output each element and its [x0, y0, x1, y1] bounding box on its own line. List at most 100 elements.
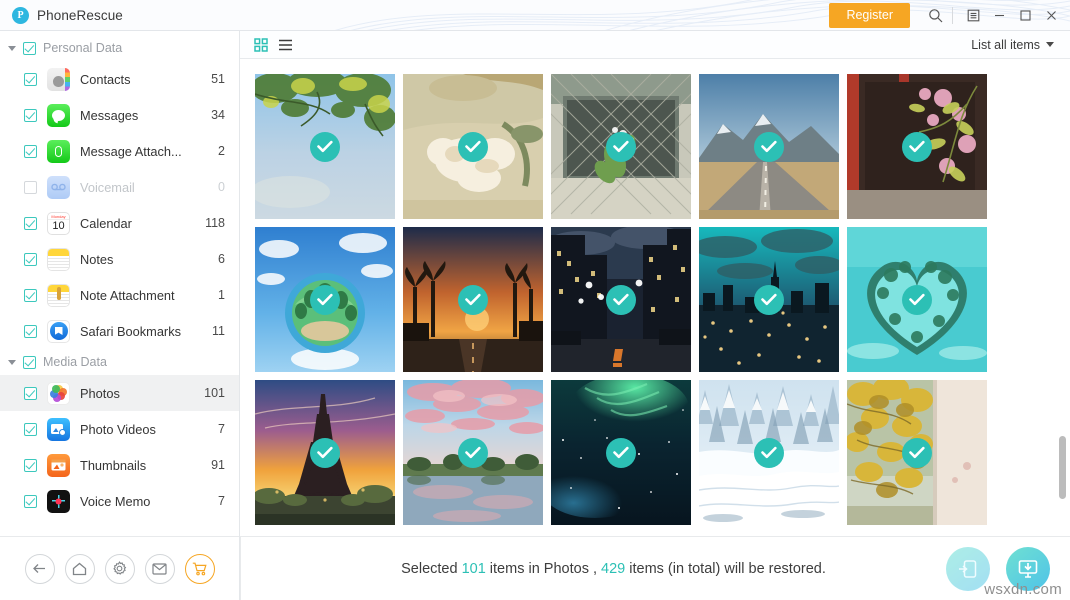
list-view-icon[interactable] — [278, 38, 293, 52]
photo-thumbnail[interactable] — [403, 227, 543, 372]
restore-actions — [946, 546, 1054, 591]
selected-checkmark-icon[interactable] — [310, 131, 340, 162]
item-checkbox[interactable] — [24, 458, 37, 472]
selected-checkmark-icon[interactable] — [606, 131, 636, 162]
selected-checkmark-icon[interactable] — [902, 131, 932, 162]
photo-thumbnail[interactable] — [255, 227, 395, 372]
photo-thumbnail[interactable] — [847, 380, 987, 525]
item-count: 0 — [218, 180, 225, 194]
filter-label: List all items — [971, 37, 1040, 52]
selected-checkmark-icon[interactable] — [606, 284, 636, 315]
item-checkbox[interactable] — [24, 324, 37, 338]
register-button[interactable]: Register — [829, 2, 910, 28]
group-label: Personal Data — [43, 41, 123, 55]
status-message: Selected 101 items in Photos , 429 items… — [281, 561, 946, 577]
sidebar-item-message-attachments[interactable]: Message Attach... 2 — [0, 133, 239, 169]
group-checkbox-personal-data[interactable] — [23, 41, 36, 55]
settings-button[interactable] — [104, 553, 135, 584]
restore-to-computer-button[interactable] — [1006, 546, 1050, 591]
sidebar-item-voicemail[interactable]: Voicemail 0 — [0, 169, 239, 205]
item-checkbox[interactable] — [24, 216, 37, 230]
brand: P PhoneRescue — [0, 6, 123, 24]
photo-thumbnail[interactable] — [403, 74, 543, 219]
sidebar-item-calendar[interactable]: Monday 10 Calendar 118 — [0, 205, 239, 241]
filter-dropdown[interactable]: List all items — [971, 38, 1054, 52]
sidebar-item-messages[interactable]: Messages 34 — [0, 97, 239, 133]
item-checkbox[interactable] — [24, 494, 37, 508]
sidebar-item-contacts[interactable]: Contacts 51 — [0, 61, 239, 97]
item-label: Photo Videos — [80, 421, 156, 437]
sidebar-item-voice-memo[interactable]: Voice Memo 7 — [0, 483, 239, 519]
photo-thumbnail[interactable] — [699, 74, 839, 219]
selected-checkmark-icon[interactable] — [606, 437, 636, 468]
item-checkbox[interactable] — [24, 386, 37, 400]
item-checkbox[interactable] — [24, 72, 37, 86]
close-icon[interactable] — [1038, 2, 1064, 28]
photo-grid-container — [240, 59, 1070, 600]
search-icon[interactable] — [922, 2, 948, 28]
photo-thumbnail[interactable] — [255, 380, 395, 525]
sidebar-item-notes[interactable]: Notes 6 — [0, 241, 239, 277]
status-middle: items in Photos , — [485, 560, 602, 577]
item-count: 118 — [205, 216, 225, 230]
sidebar-toolbar — [0, 536, 239, 600]
selected-checkmark-icon[interactable] — [754, 284, 784, 315]
cart-button[interactable] — [184, 553, 215, 584]
sidebar-item-note-attachment[interactable]: Note Attachment 1 — [0, 277, 239, 313]
photo-thumbnail[interactable] — [551, 380, 691, 525]
chevron-down-icon[interactable] — [8, 45, 16, 51]
selected-checkmark-icon[interactable] — [754, 437, 784, 468]
sidebar-list: Personal Data Contacts 51 Messages 34 Me… — [0, 31, 239, 536]
item-checkbox[interactable] — [24, 180, 37, 194]
photo-thumbnail[interactable] — [551, 227, 691, 372]
item-label: Photos — [80, 385, 120, 401]
grid-view-icon[interactable] — [254, 37, 268, 52]
contacts-icon — [47, 67, 70, 91]
sidebar-item-safari-bookmarks[interactable]: Safari Bookmarks 11 — [0, 313, 239, 349]
vertical-scrollbar-thumb[interactable] — [1059, 436, 1066, 499]
selected-checkmark-icon[interactable] — [458, 437, 488, 468]
photo-thumbnail[interactable] — [255, 74, 395, 219]
status-prefix: Selected — [401, 560, 462, 577]
sidebar-group-media-data[interactable]: Media Data — [0, 349, 239, 375]
photo-thumbnail[interactable] — [403, 380, 543, 525]
mail-button[interactable] — [144, 553, 175, 584]
photo-thumbnail[interactable] — [847, 227, 987, 372]
sidebar-item-photos[interactable]: Photos 101 — [0, 375, 239, 411]
item-label: Message Attach... — [80, 143, 182, 159]
selected-checkmark-icon[interactable] — [310, 284, 340, 315]
minimize-icon[interactable] — [986, 2, 1012, 28]
group-checkbox-media-data[interactable] — [23, 355, 36, 369]
item-label: Safari Bookmarks — [80, 323, 181, 339]
chevron-down-icon[interactable] — [8, 359, 16, 365]
selected-checkmark-icon[interactable] — [458, 284, 488, 315]
selected-checkmark-icon[interactable] — [458, 131, 488, 162]
notes-icon — [47, 247, 70, 271]
sidebar-item-thumbnails[interactable]: Thumbnails 91 — [0, 447, 239, 483]
selected-checkmark-icon[interactable] — [902, 437, 932, 468]
restore-to-device-button[interactable] — [946, 546, 990, 591]
menu-icon[interactable] — [960, 2, 986, 28]
selected-checkmark-icon[interactable] — [902, 284, 932, 315]
photo-thumbnail[interactable] — [699, 380, 839, 525]
photo-thumbnail[interactable] — [551, 74, 691, 219]
item-count: 51 — [211, 72, 225, 86]
item-checkbox[interactable] — [24, 422, 37, 436]
back-button[interactable] — [24, 553, 55, 584]
item-label: Messages — [80, 107, 139, 123]
selected-checkmark-icon[interactable] — [754, 131, 784, 162]
home-button[interactable] — [64, 553, 95, 584]
sidebar-item-photo-videos[interactable]: Photo Videos 7 — [0, 411, 239, 447]
item-checkbox[interactable] — [24, 288, 37, 302]
sidebar-group-personal-data[interactable]: Personal Data — [0, 35, 239, 61]
selected-checkmark-icon[interactable] — [310, 437, 340, 468]
photo-thumbnail[interactable] — [847, 74, 987, 219]
maximize-icon[interactable] — [1012, 2, 1038, 28]
photo-thumbnail[interactable] — [699, 227, 839, 372]
item-checkbox[interactable] — [24, 144, 37, 158]
view-toggle-group — [254, 37, 293, 52]
item-label: Notes — [80, 251, 114, 267]
item-checkbox[interactable] — [24, 108, 37, 122]
voicemail-icon — [47, 175, 70, 199]
item-checkbox[interactable] — [24, 252, 37, 266]
